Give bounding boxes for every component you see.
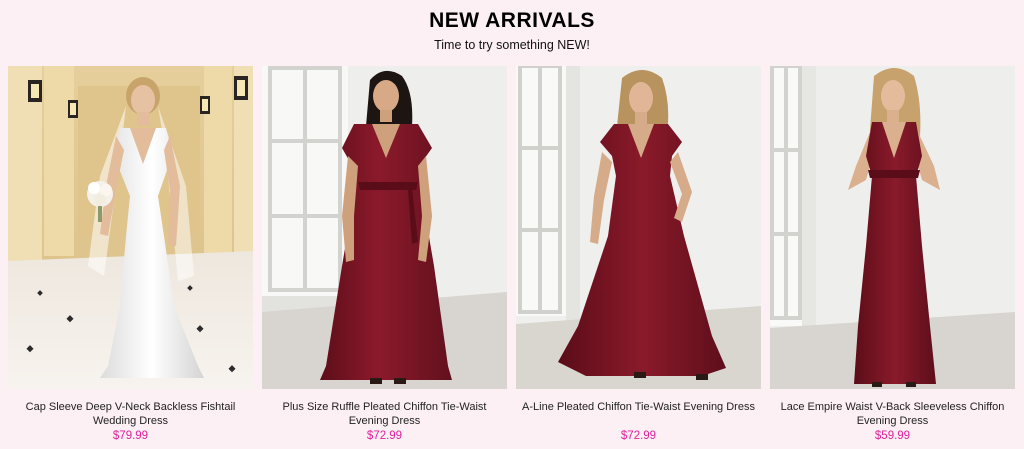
product-name[interactable]: Cap Sleeve Deep V-Neck Backless Fishtail… xyxy=(8,400,253,428)
product-name[interactable]: Plus Size Ruffle Pleated Chiffon Tie-Wai… xyxy=(262,400,507,428)
product-image-plus-size-dress[interactable] xyxy=(262,66,507,389)
product-image-a-line-dress[interactable] xyxy=(516,66,761,389)
new-arrivals-section: NEW ARRIVALS Time to try something NEW! xyxy=(0,0,1024,449)
product-price: $72.99 xyxy=(620,430,657,442)
product-grid: Cap Sleeve Deep V-Neck Backless Fishtail… xyxy=(8,66,1016,449)
product-price: $79.99 xyxy=(112,430,149,442)
product-name[interactable]: Lace Empire Waist V-Back Sleeveless Chif… xyxy=(770,400,1015,428)
product-card[interactable]: Cap Sleeve Deep V-Neck Backless Fishtail… xyxy=(8,66,253,449)
product-card[interactable]: Lace Empire Waist V-Back Sleeveless Chif… xyxy=(770,66,1015,449)
product-image-sleeveless-dress[interactable] xyxy=(770,66,1015,389)
product-price: $72.99 xyxy=(366,430,403,442)
product-image-wedding-dress[interactable] xyxy=(8,66,253,389)
product-card[interactable]: A-Line Pleated Chiffon Tie-Waist Evening… xyxy=(516,66,761,449)
product-name[interactable]: A-Line Pleated Chiffon Tie-Waist Evening… xyxy=(516,400,761,414)
product-card[interactable]: Plus Size Ruffle Pleated Chiffon Tie-Wai… xyxy=(262,66,507,449)
section-title: NEW ARRIVALS xyxy=(429,9,595,32)
section-subtitle: Time to try something NEW! xyxy=(434,38,590,52)
product-price: $59.99 xyxy=(874,430,911,442)
